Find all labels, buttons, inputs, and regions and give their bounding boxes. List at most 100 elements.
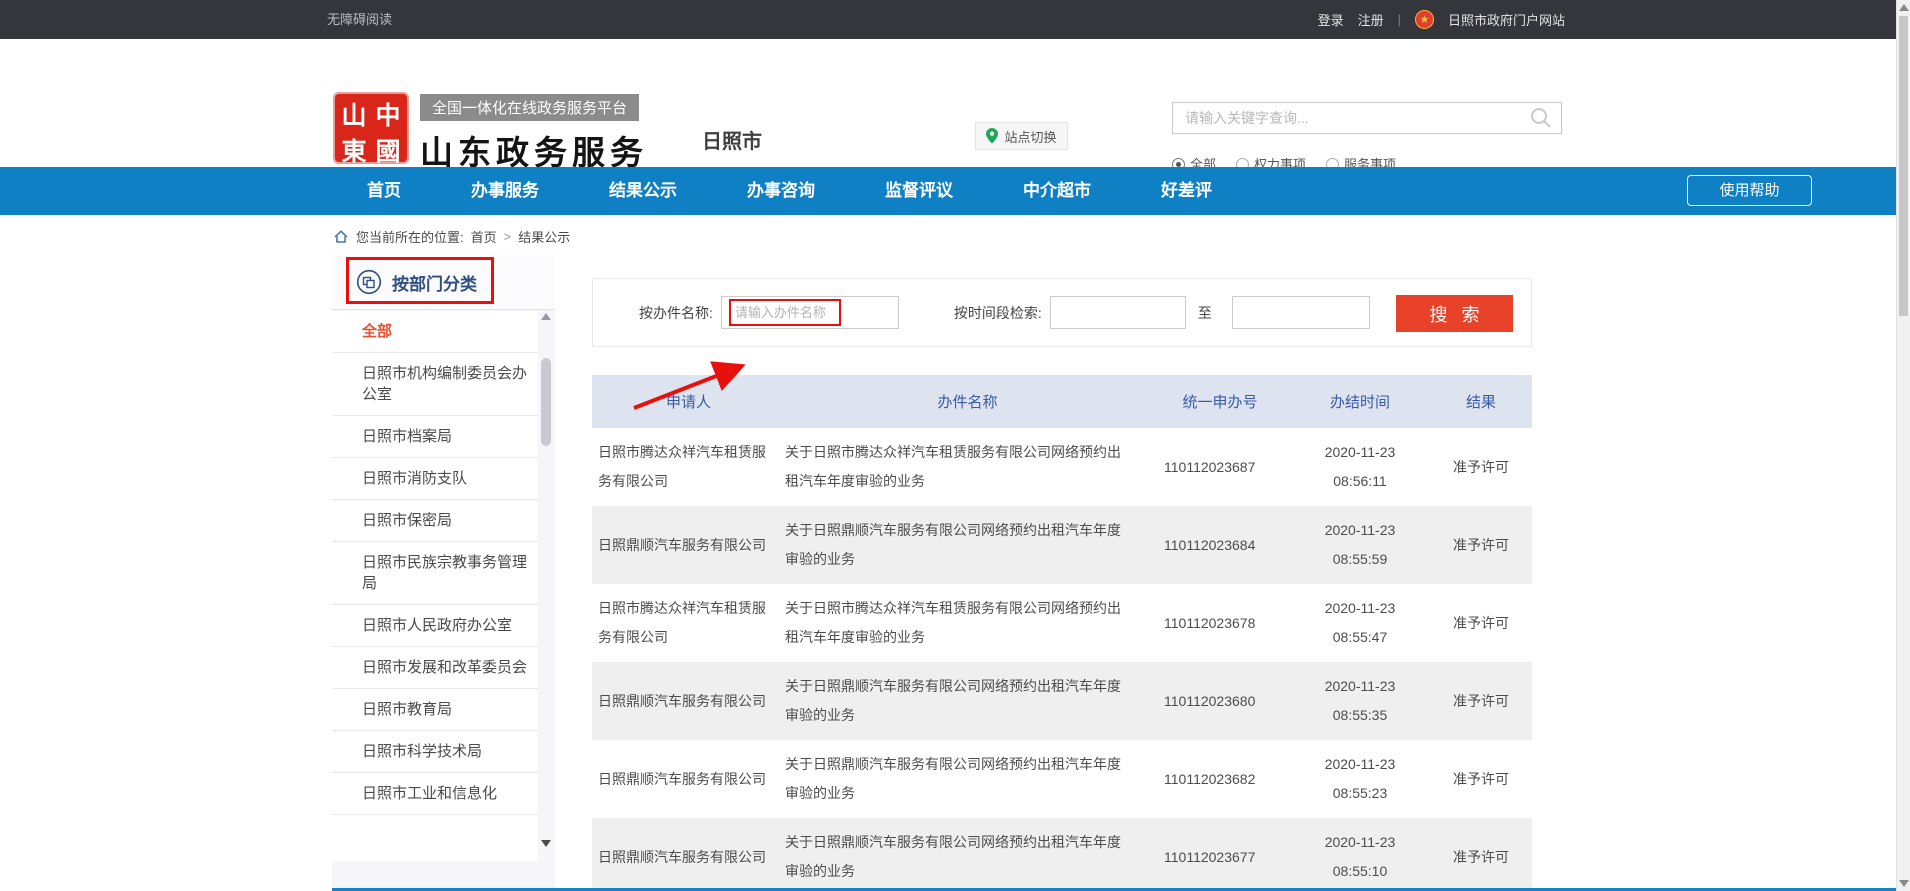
search-button[interactable]: 搜索 — [1396, 295, 1513, 332]
breadcrumb-separator: > — [504, 229, 512, 244]
finish-date: 2020-11-23 — [1290, 828, 1430, 857]
breadcrumb-current: 结果公示 — [518, 227, 570, 246]
sidebar-scrollbar[interactable] — [540, 313, 552, 859]
site-header: 山中東國 全国一体化在线政务服务平台 山东政务服务 日照市 站点切换 请输入关键… — [0, 39, 1910, 167]
cell-result: 准予许可 — [1430, 609, 1532, 638]
nav-item-5[interactable]: 中介超市 — [1023, 167, 1091, 215]
breadcrumb-prefix: 您当前所在的位置: — [356, 227, 464, 246]
finish-date: 2020-11-23 — [1290, 750, 1430, 779]
seal-char: 中 — [375, 96, 400, 132]
logo-text: 全国一体化在线政务服务平台 山东政务服务 — [420, 92, 648, 174]
page-scroll-up-icon[interactable] — [1899, 4, 1909, 11]
table-row: 日照鼎顺汽车服务有限公司关于日照鼎顺汽车服务有限公司网络预约出租汽车年度审验的业… — [592, 740, 1532, 818]
page-scroll-down-icon[interactable] — [1899, 880, 1909, 887]
seal-char: 東 — [341, 132, 366, 168]
sidebar-scroll-thumb[interactable] — [541, 358, 551, 446]
search-icon[interactable] — [1529, 106, 1553, 130]
seal-char: 山 — [341, 96, 366, 132]
sidebar-item[interactable]: 日照市消防支队 — [332, 458, 538, 500]
table-header-row: 申请人办件名称统一申办号办结时间结果 — [592, 375, 1532, 428]
page-scroll-thumb[interactable] — [1899, 16, 1908, 316]
page-scrollbar[interactable] — [1896, 0, 1910, 891]
finish-date: 2020-11-23 — [1290, 438, 1430, 467]
cell-apply-id: 110112023677 — [1150, 843, 1290, 872]
sidebar-item[interactable]: 日照市发展和改革委员会 — [332, 647, 538, 689]
cell-result: 准予许可 — [1430, 453, 1532, 482]
date-to-input[interactable] — [1232, 296, 1370, 329]
cell-finish-time: 2020-11-2308:55:35 — [1290, 672, 1430, 730]
nav-item-0[interactable]: 首页 — [367, 167, 401, 215]
cell-applicant: 日照鼎顺汽车服务有限公司 — [592, 679, 785, 724]
nav-item-2[interactable]: 结果公示 — [609, 167, 677, 215]
cell-applicant: 日照市腾达众祥汽车租赁服务有限公司 — [592, 586, 785, 660]
site-switch-button[interactable]: 站点切换 — [975, 122, 1068, 150]
nav-item-6[interactable]: 好差评 — [1161, 167, 1212, 215]
main-panel: 按办件名称: 请输入办件名称 按时间段检索: 至 搜索 — [592, 278, 1532, 891]
cell-finish-time: 2020-11-2308:55:47 — [1290, 594, 1430, 652]
nav-item-1[interactable]: 办事服务 — [471, 167, 539, 215]
site-logo: 山中東國 全国一体化在线政务服务平台 山东政务服务 — [333, 92, 648, 174]
scroll-down-icon[interactable] — [541, 840, 551, 847]
finish-clock: 08:55:10 — [1290, 857, 1430, 886]
seal-char: 國 — [375, 132, 400, 168]
page: 无障碍阅读 登录 注册 | ★ 日照市政府门户网站 山中東國 全国一体化在线政务… — [0, 0, 1910, 891]
sidebar-item[interactable]: 日照市科学技术局 — [332, 731, 538, 773]
finish-date: 2020-11-23 — [1290, 516, 1430, 545]
cell-finish-time: 2020-11-2308:55:23 — [1290, 750, 1430, 808]
result-search-form: 按办件名称: 请输入办件名称 按时间段检索: 至 搜索 — [592, 278, 1532, 347]
sidebar-item[interactable]: 日照市民族宗教事务管理局 — [332, 542, 538, 605]
cell-applicant: 日照市腾达众祥汽车租赁服务有限公司 — [592, 430, 785, 504]
main-navbar: 首页 办事服务 结果公示 办事咨询 监督评议 中介超市 好差评 使用帮助 — [0, 167, 1910, 215]
sidebar-item[interactable]: 日照市教育局 — [332, 689, 538, 731]
finish-clock: 08:56:11 — [1290, 467, 1430, 496]
column-header-3: 办结时间 — [1290, 391, 1430, 412]
sidebar-item[interactable]: 日照市人民政府办公室 — [332, 605, 538, 647]
nav-items: 首页 办事服务 结果公示 办事咨询 监督评议 中介超市 好差评 — [367, 167, 1910, 215]
sidebar-item[interactable]: 日照市机构编制委员会办公室 — [332, 353, 538, 416]
sidebar-item[interactable]: 日照市档案局 — [332, 416, 538, 458]
cell-result: 准予许可 — [1430, 765, 1532, 794]
cell-result: 准予许可 — [1430, 687, 1532, 716]
content-area: 按部门分类 全部日照市机构编制委员会办公室日照市档案局日照市消防支队日照市保密局… — [332, 255, 1532, 891]
location-pin-icon — [986, 128, 998, 144]
item-name-input[interactable]: 请输入办件名称 — [721, 296, 899, 329]
keyword-search-placeholder: 请输入关键字查询... — [1185, 108, 1529, 128]
breadcrumb-home[interactable]: 首页 — [471, 227, 497, 246]
date-from-input[interactable] — [1050, 296, 1186, 329]
table-row: 日照鼎顺汽车服务有限公司关于日照鼎顺汽车服务有限公司网络预约出租汽车年度审验的业… — [592, 506, 1532, 584]
nav-item-3[interactable]: 办事咨询 — [747, 167, 815, 215]
cell-item-name: 关于日照市腾达众祥汽车租赁服务有限公司网络预约出租汽车年度审验的业务 — [785, 586, 1150, 660]
time-filter-label: 按时间段检索: — [954, 303, 1042, 323]
sidebar-item[interactable]: 日照市保密局 — [332, 500, 538, 542]
column-header-4: 结果 — [1430, 391, 1532, 412]
table-row: 日照鼎顺汽车服务有限公司关于日照鼎顺汽车服务有限公司网络预约出租汽车年度审验的业… — [592, 662, 1532, 740]
breadcrumb: 您当前所在的位置: 首页 > 结果公示 — [333, 227, 1910, 246]
keyword-search-input[interactable]: 请输入关键字查询... — [1172, 102, 1562, 134]
cell-apply-id: 110112023678 — [1150, 609, 1290, 638]
results-table: 申请人办件名称统一申办号办结时间结果 日照市腾达众祥汽车租赁服务有限公司关于日照… — [592, 375, 1532, 891]
national-emblem-icon: ★ — [1415, 10, 1434, 29]
column-header-2: 统一申办号 — [1150, 391, 1290, 412]
accessibility-link[interactable]: 无障碍阅读 — [327, 0, 392, 39]
cell-applicant: 日照鼎顺汽车服务有限公司 — [592, 523, 785, 568]
nav-item-4[interactable]: 监督评议 — [885, 167, 953, 215]
sidebar-item[interactable]: 全部 — [332, 311, 538, 353]
help-button[interactable]: 使用帮助 — [1687, 175, 1812, 206]
department-list: 全部日照市机构编制委员会办公室日照市档案局日照市消防支队日照市保密局日照市民族宗… — [332, 311, 538, 861]
cell-applicant: 日照鼎顺汽车服务有限公司 — [592, 757, 785, 802]
sidebar-title-bar: 按部门分类 — [332, 255, 555, 310]
scroll-up-icon[interactable] — [541, 313, 551, 320]
column-header-0: 申请人 — [592, 391, 785, 412]
register-link[interactable]: 注册 — [1358, 10, 1384, 29]
cell-apply-id: 110112023682 — [1150, 765, 1290, 794]
shandong-seal-icon: 山中東國 — [333, 92, 409, 164]
cell-applicant: 日照鼎顺汽车服务有限公司 — [592, 835, 785, 880]
finish-clock: 08:55:47 — [1290, 623, 1430, 652]
table-row: 日照市腾达众祥汽车租赁服务有限公司关于日照市腾达众祥汽车租赁服务有限公司网络预约… — [592, 584, 1532, 662]
login-link[interactable]: 登录 — [1318, 10, 1344, 29]
portal-link[interactable]: 日照市政府门户网站 — [1448, 10, 1565, 29]
sidebar-item[interactable]: 日照市工业和信息化 — [332, 773, 538, 815]
cell-finish-time: 2020-11-2308:55:10 — [1290, 828, 1430, 886]
cell-finish-time: 2020-11-2308:56:11 — [1290, 438, 1430, 496]
table-body: 日照市腾达众祥汽车租赁服务有限公司关于日照市腾达众祥汽车租赁服务有限公司网络预约… — [592, 428, 1532, 891]
